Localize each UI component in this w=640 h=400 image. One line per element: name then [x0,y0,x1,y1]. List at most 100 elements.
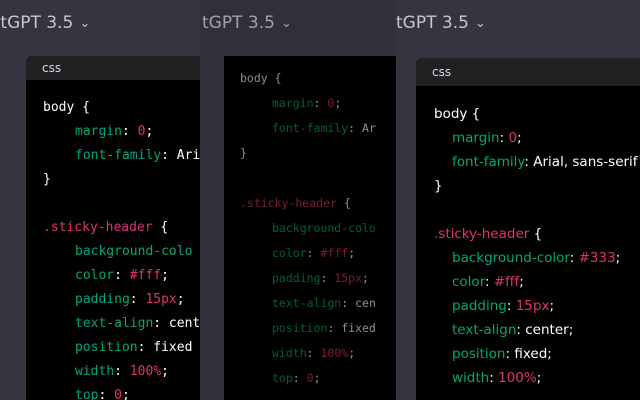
code-token: ; [615,250,621,266]
code-token: ; [145,124,154,139]
code-language-label: css [26,56,200,80]
code-token: 15px [334,271,363,285]
code-token: text-align [272,296,342,310]
code-token: { [529,226,543,242]
code-line: } [240,141,396,166]
code-token: } [434,178,443,194]
code-line: body { [240,66,396,91]
code-token: .sticky-header [43,220,153,235]
code-token: ; [348,246,356,260]
code-token: ; [517,130,522,146]
code-line: position: fixed [43,336,200,360]
code-block: css body { margin: 0; font-family: Arial, … [416,58,640,400]
code-token: #fff [129,268,162,283]
code-line: width: 100%; [240,341,396,366]
model-label: tGPT 3.5 [202,13,275,33]
code-token: text-align [75,316,154,331]
code-line: margin: 0; [43,120,200,144]
code-token: ; [161,268,169,283]
code-token: width [75,364,115,379]
code-token: : [114,364,130,379]
model-selector[interactable]: tGPT 3.5 ⌄ [396,10,486,36]
code-token: body { [240,71,282,85]
code-line: ​ [240,166,396,191]
code-token: #fff [320,246,349,260]
code-token: ; [362,271,369,285]
code-line: ​ [43,192,200,216]
model-label: tGPT 3.5 [396,13,469,33]
code-line: padding: 15px; [43,288,200,312]
code-token: { [152,220,169,235]
code-token: 15px [515,298,550,314]
code-token: 100% [320,346,349,360]
chat-panel-left: atGPT 3.5 ⌄ css body {margin: 0;font-fam… [0,0,200,400]
code-token: .sticky-header [434,226,530,242]
code-line: padding: 15px; [240,266,396,291]
chevron-down-icon: ⌄ [280,15,292,31]
code-token: background-colo [272,221,376,235]
code-token: ; [313,371,321,385]
code-token: ; [334,96,342,110]
chat-panel-right: tGPT 3.5 ⌄ css body { margin: 0; font-fami… [396,0,640,400]
code-token: position [272,321,328,335]
code-token: #333 [578,250,616,266]
code-line: .sticky-header { [434,222,640,246]
code-token: position [75,340,138,355]
code-token: 0 [306,371,314,385]
code-line: position: fixed [240,316,396,341]
code-token: : Arial, sans-serif [524,154,638,170]
code-token: 100% [129,364,162,379]
code-block: css body {margin: 0;font-family: Ari}​.s… [26,56,200,400]
code-line: .sticky-header { [43,216,200,240]
code-token: 15px [145,292,177,307]
code-line: font-family: Arial, sans-serif [434,150,640,174]
code-token: color [452,274,486,290]
chevron-down-icon: ⌄ [474,15,486,31]
code-block: body {margin: 0;font-family: Ar}​.sticky… [224,56,396,400]
code-line: text-align: cen [240,291,396,316]
code-token: { [336,196,351,210]
code-token: 0 [114,388,122,400]
code-token: .sticky-header [240,196,337,210]
code-line: position: fixed; [434,342,640,366]
code-token: 0 [508,130,518,146]
code-token: : [313,96,328,110]
code-token: ; [519,274,524,290]
code-token: : [485,274,494,290]
code-language-label: css [416,58,640,86]
code-token: font-family [452,154,525,170]
code-token: background-colo [75,244,193,259]
code-token: margin [75,124,122,139]
code-token: margin [272,96,314,110]
code-token: : fixed [137,340,193,355]
code-line: padding: 15px; [434,294,640,318]
code-token: : [569,250,579,266]
code-token: text-align [452,322,517,338]
code-line: ​ [434,198,640,222]
code-token: padding [452,298,507,314]
code-token: padding [75,292,130,307]
code-token: ; [549,298,555,314]
code-line: color: #fff; [43,264,200,288]
code-line: background-color: #333; [434,246,640,270]
code-token: : [320,271,335,285]
code-token: body { [434,106,481,122]
code-line: text-align: center; [434,318,640,342]
code-line: color: #fff; [434,270,640,294]
code-token: margin [452,130,500,146]
code-token: color [75,268,115,283]
code-token: } [240,146,247,160]
model-selector[interactable]: tGPT 3.5 ⌄ [202,10,292,36]
code-content: body {margin: 0;font-family: Ar}​.sticky… [224,56,396,391]
code-token: : center; [516,322,574,338]
code-token: : [489,370,499,386]
code-line: margin: 0; [240,91,396,116]
code-content: body {margin: 0;font-family: Ari}​.stick… [26,80,200,400]
code-line: .sticky-header { [240,191,396,216]
code-line: } [434,174,640,198]
model-selector[interactable]: atGPT 3.5 ⌄ [0,10,90,36]
code-line: font-family: Ari [43,144,200,168]
code-token: width [272,346,307,360]
code-token: : [306,346,321,360]
code-line: top: 0; [43,384,200,400]
